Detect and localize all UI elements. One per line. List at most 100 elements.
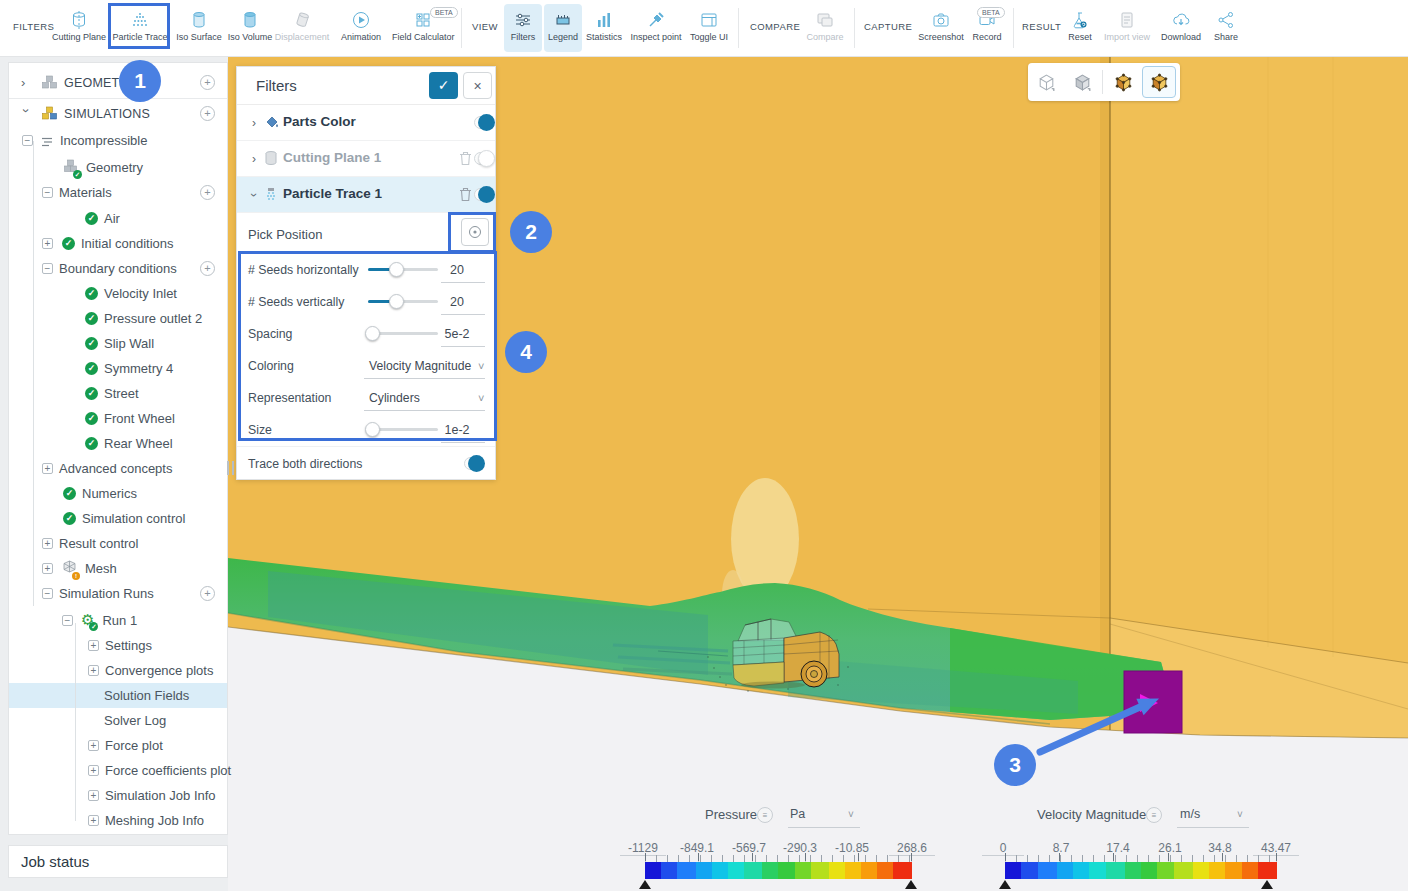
- filter-row-cutting-plane[interactable]: › Cutting Plane 1: [237, 141, 495, 177]
- toolbar-button-share[interactable]: Share: [1206, 4, 1246, 52]
- pressure-legend-title[interactable]: Pressure: [705, 807, 757, 822]
- expand-icon[interactable]: +: [42, 238, 53, 249]
- collapse-icon[interactable]: −: [22, 135, 33, 146]
- tick-label[interactable]: 268.6: [897, 841, 927, 855]
- sidebar-resize-handle[interactable]: [227, 461, 234, 475]
- toolbar-button-import-view[interactable]: Import view: [1100, 4, 1154, 52]
- range-max-marker[interactable]: [1261, 880, 1273, 889]
- expand-icon[interactable]: +: [88, 790, 99, 801]
- toolbar-button-toggle-ui[interactable]: Toggle UI: [687, 4, 731, 52]
- tree-item-geometries[interactable]: › GEOMETRIES +: [9, 70, 227, 95]
- toolbar-button-screenshot[interactable]: Screenshot: [912, 4, 970, 52]
- view-colored-cube-button[interactable]: [1106, 66, 1140, 98]
- tree-item-simulation-control[interactable]: ✓ Simulation control: [9, 506, 227, 531]
- velocity-legend-title[interactable]: Velocity Magnitude: [1037, 807, 1146, 822]
- toolbar-button-inspect-point[interactable]: Inspect point: [628, 4, 684, 52]
- cutting-plane-toggle[interactable]: [474, 152, 494, 165]
- collapse-icon[interactable]: −: [42, 187, 53, 198]
- view-wireframe-cube-button[interactable]: [1029, 66, 1063, 98]
- add-geometry-button[interactable]: +: [200, 75, 215, 90]
- tree-item-advanced-concepts[interactable]: + Advanced concepts: [9, 456, 227, 481]
- view-colored-cube-selected-button[interactable]: [1142, 66, 1176, 98]
- collapse-icon[interactable]: −: [42, 263, 53, 274]
- expand-icon[interactable]: +: [88, 815, 99, 826]
- tree-item-force-plot[interactable]: + Force plot: [9, 733, 227, 758]
- toolbar-button-iso-surface[interactable]: Iso Surface: [170, 4, 228, 52]
- tree-item-force-coefficients-plot[interactable]: + Force coefficients plot: [9, 758, 227, 783]
- chevron-down-icon[interactable]: ›: [247, 193, 261, 197]
- chevron-right-icon[interactable]: ›: [21, 75, 31, 90]
- tree-item-run-1[interactable]: − ⚙✓ Run 1: [9, 608, 227, 633]
- tree-item-slip-wall[interactable]: ✓ Slip Wall: [9, 331, 227, 356]
- tree-item-simulation-job-info[interactable]: + Simulation Job Info: [9, 783, 227, 808]
- expand-icon[interactable]: +: [42, 463, 53, 474]
- delete-icon[interactable]: [459, 151, 472, 166]
- filter-row-parts-color[interactable]: › Parts Color: [237, 105, 495, 141]
- toolbar-button-filters[interactable]: Filters: [504, 4, 542, 52]
- expand-icon[interactable]: +: [88, 740, 99, 751]
- tree-item-settings[interactable]: + Settings: [9, 633, 227, 658]
- toolbar-button-displacement[interactable]: Displacement: [273, 4, 331, 52]
- particle-trace-toggle[interactable]: [474, 188, 494, 201]
- expand-icon[interactable]: +: [42, 538, 53, 549]
- tree-item-pressure-outlet[interactable]: ✓ Pressure outlet 2: [9, 306, 227, 331]
- tree-item-street[interactable]: ✓ Street: [9, 381, 227, 406]
- collapse-icon[interactable]: −: [62, 615, 73, 626]
- range-min-marker[interactable]: [999, 880, 1011, 889]
- parts-color-toggle[interactable]: [474, 116, 494, 129]
- tree-item-geometry[interactable]: ✓ Geometry: [9, 155, 227, 180]
- tree-item-front-wheel[interactable]: ✓ Front Wheel: [9, 406, 227, 431]
- add-simulation-button[interactable]: +: [200, 106, 215, 121]
- tree-item-numerics[interactable]: ✓ Numerics: [9, 481, 227, 506]
- expand-icon[interactable]: +: [88, 665, 99, 676]
- tree-item-meshing-job-info[interactable]: + Meshing Job Info: [9, 808, 227, 833]
- tree-item-air[interactable]: ✓ Air: [9, 206, 227, 231]
- add-boundary-condition-button[interactable]: +: [200, 261, 215, 276]
- toolbar-button-reset[interactable]: Reset: [1060, 4, 1100, 52]
- tree-item-rear-wheel[interactable]: ✓ Rear Wheel: [9, 431, 227, 456]
- tree-item-velocity-inlet[interactable]: ✓ Velocity Inlet: [9, 281, 227, 306]
- toolbar-button-compare[interactable]: Compare: [796, 4, 854, 52]
- expand-icon[interactable]: +: [42, 563, 53, 574]
- velocity-unit-select[interactable]: m/s: [1180, 807, 1200, 821]
- velocity-colorbar[interactable]: [1005, 862, 1277, 879]
- apply-button[interactable]: ✓: [429, 72, 458, 99]
- range-min-marker[interactable]: [639, 880, 651, 889]
- tree-item-result-control[interactable]: + Result control: [9, 531, 227, 556]
- add-material-button[interactable]: +: [200, 185, 215, 200]
- pressure-unit-select[interactable]: Pa: [790, 807, 805, 821]
- tree-item-mesh[interactable]: + ! Mesh: [9, 556, 227, 581]
- chevron-down-icon[interactable]: ›: [19, 109, 34, 119]
- tree-item-incompressible[interactable]: − Incompressible: [9, 128, 227, 153]
- toolbar-button-record[interactable]: BETA Record: [963, 4, 1011, 52]
- chevron-right-icon[interactable]: ›: [252, 152, 256, 166]
- add-run-button[interactable]: +: [200, 586, 215, 601]
- tree-item-boundary-conditions[interactable]: − Boundary conditions +: [9, 256, 227, 281]
- tree-item-initial-conditions[interactable]: + ✓ Initial conditions: [9, 231, 227, 256]
- expand-icon[interactable]: +: [88, 640, 99, 651]
- toolbar-button-cutting-plane[interactable]: Cutting Plane: [50, 4, 108, 52]
- toolbar-button-animation[interactable]: Animation: [332, 4, 390, 52]
- collapse-icon[interactable]: −: [42, 588, 53, 599]
- toolbar-button-statistics[interactable]: Statistics: [583, 4, 625, 52]
- delete-icon[interactable]: [459, 187, 472, 202]
- toolbar-button-legend[interactable]: Legend: [544, 4, 582, 52]
- toolbar-button-field-calculator[interactable]: BETA Field Calculator: [392, 4, 454, 52]
- toolbar-button-iso-volume[interactable]: Iso Volume: [221, 4, 279, 52]
- tree-item-simulation-runs[interactable]: − Simulation Runs +: [9, 581, 227, 606]
- tree-item-simulations[interactable]: › SIMULATIONS +: [9, 101, 227, 126]
- job-status-panel[interactable]: Job status: [8, 845, 228, 878]
- tick-label[interactable]: -1129: [628, 841, 658, 855]
- tree-item-solver-log[interactable]: Solver Log: [9, 708, 227, 733]
- tree-item-convergence-plots[interactable]: + Convergence plots: [9, 658, 227, 683]
- legend-menu-icon[interactable]: ≡: [757, 807, 773, 823]
- view-solid-cube-button[interactable]: [1065, 66, 1099, 98]
- tree-item-materials[interactable]: − Materials +: [9, 180, 227, 205]
- trace-both-directions-toggle[interactable]: [464, 457, 484, 470]
- legend-menu-icon[interactable]: ≡: [1146, 807, 1162, 823]
- close-button[interactable]: ×: [463, 72, 492, 99]
- chevron-right-icon[interactable]: ›: [252, 116, 256, 130]
- pressure-colorbar[interactable]: [645, 862, 912, 879]
- toolbar-button-download[interactable]: Download: [1155, 4, 1207, 52]
- filter-row-particle-trace[interactable]: › Particle Trace 1: [237, 177, 495, 213]
